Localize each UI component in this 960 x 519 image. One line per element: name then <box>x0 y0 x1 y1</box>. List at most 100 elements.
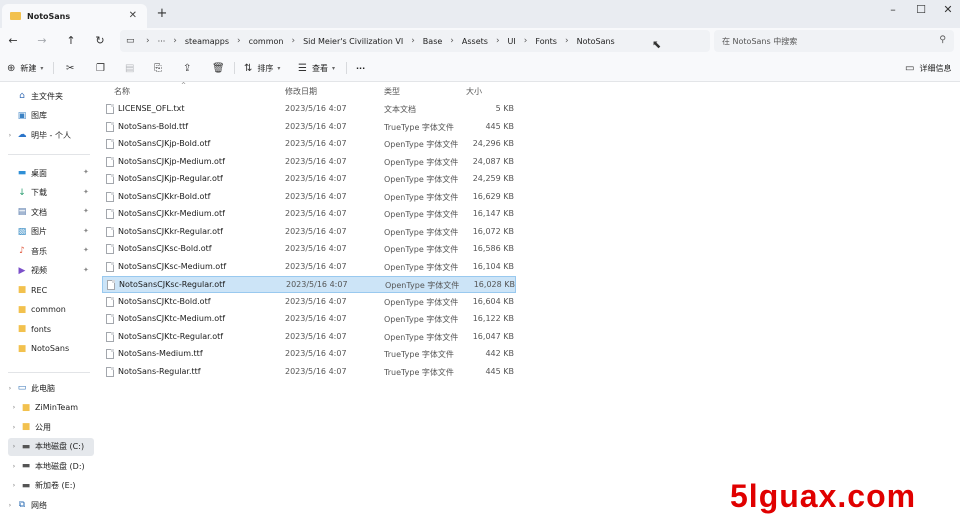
sidebar-item[interactable]: › ⧉ 网络 <box>4 496 94 514</box>
column-header-size[interactable]: 大小 <box>466 86 482 100</box>
breadcrumb-item[interactable]: UI <box>508 37 516 46</box>
refresh-button[interactable]: ↻ <box>91 32 109 50</box>
close-icon[interactable]: ✕ <box>129 10 137 21</box>
chevron-right-icon[interactable]: › <box>524 36 528 46</box>
details-button[interactable]: ▭ 详细信息 <box>905 60 951 76</box>
sidebar-item[interactable]: ▧ 图片 <box>4 223 94 241</box>
file-icon <box>106 296 114 307</box>
sidebar-item[interactable]: ■ fonts <box>4 320 94 338</box>
chevron-right-icon[interactable]: › <box>496 36 500 46</box>
file-row[interactable]: NotoSansCJKtc-Medium.otf 2023/5/16 4:07 Op… <box>102 311 516 328</box>
sidebar-item[interactable]: › ▬ 本地磁盘 (D:) <box>8 457 94 475</box>
sidebar-item[interactable]: ▤ 文档 <box>4 203 94 221</box>
search-box[interactable]: 在 NotoSans 中搜索 ⚲ <box>714 30 954 52</box>
new-button[interactable]: ⊕ 新建 ▾ <box>7 60 43 76</box>
rename-button[interactable]: ⎘ <box>154 60 167 76</box>
file-row[interactable]: NotoSansCJKjp-Medium.otf 2023/5/16 4:07 Op… <box>102 154 516 171</box>
sidebar-item[interactable]: ▣ 图库 <box>4 107 94 125</box>
sidebar-item[interactable]: ♪ 音乐 <box>4 242 94 260</box>
up-button[interactable]: ↑ <box>62 32 80 50</box>
chevron-right-icon[interactable]: › <box>237 36 241 46</box>
breadcrumb-item[interactable]: NotoSans <box>577 37 615 46</box>
file-row[interactable]: NotoSansCJKjp-Bold.otf 2023/5/16 4:07 Open… <box>102 136 516 153</box>
cut-button[interactable]: ✂ <box>66 60 79 76</box>
sidebar-item[interactable]: › ■ 公用 <box>8 418 94 436</box>
sidebar-item[interactable]: › ☁ 明毕 - 个人 <box>4 126 94 144</box>
back-button[interactable]: ← <box>4 32 22 50</box>
minimize-button[interactable]: – <box>883 3 903 16</box>
share-button[interactable]: ⇪ <box>183 60 196 76</box>
file-row[interactable]: NotoSans-Bold.ttf 2023/5/16 4:07 TrueType … <box>102 119 516 136</box>
breadcrumb-item[interactable]: Sid Meier's Civilization VI <box>303 37 403 46</box>
file-type: 文本文档 <box>384 105 416 114</box>
view-button[interactable]: ☰ 查看 ▾ <box>298 60 335 76</box>
column-header-date[interactable]: 修改日期 <box>285 86 317 100</box>
chevron-right-icon[interactable]: › <box>4 132 16 139</box>
chevron-right-icon[interactable]: › <box>4 502 16 509</box>
sidebar-item[interactable]: › ▭ 此电脑 <box>4 379 94 397</box>
file-size: 16,028 KB <box>473 280 515 289</box>
sidebar-item[interactable]: ▶ 视频 <box>4 262 94 280</box>
chevron-right-icon[interactable]: › <box>8 424 20 431</box>
chevron-right-icon[interactable]: › <box>173 36 177 46</box>
new-tab-button[interactable]: + <box>155 6 169 21</box>
sidebar-item[interactable]: › ■ ZiMinTeam <box>8 399 94 417</box>
sidebar-item[interactable]: ↓ 下载 <box>4 184 94 202</box>
scissors-icon: ✂ <box>66 62 75 74</box>
sidebar-item-label: 新加卷 (E:) <box>35 481 76 490</box>
sidebar-item[interactable]: ⌂ 主文件夹 <box>4 87 94 105</box>
file-row[interactable]: NotoSans-Medium.ttf 2023/5/16 4:07 TrueTyp… <box>102 346 516 363</box>
breadcrumb-item[interactable]: Assets <box>462 37 488 46</box>
share-icon: ⇪ <box>183 62 192 74</box>
maximize-button[interactable]: ☐ <box>911 3 931 16</box>
file-row[interactable]: NotoSansCJKkr-Bold.otf 2023/5/16 4:07 Open… <box>102 189 516 206</box>
file-row[interactable]: NotoSansCJKtc-Bold.otf 2023/5/16 4:07 Open… <box>102 294 516 311</box>
chevron-right-icon[interactable]: › <box>565 36 569 46</box>
chevron-right-icon[interactable]: › <box>8 404 20 411</box>
column-header-name[interactable]: 名称 <box>114 86 130 100</box>
network-icon: ⧉ <box>18 500 26 510</box>
paste-button[interactable]: ▤ <box>125 60 139 76</box>
chevron-right-icon[interactable]: › <box>8 482 20 489</box>
more-button[interactable]: ··· <box>356 60 365 76</box>
file-row[interactable]: NotoSansCJKsc-Medium.otf 2023/5/16 4:07 Op… <box>102 259 516 276</box>
file-row[interactable]: NotoSansCJKkr-Regular.otf 2023/5/16 4:07 O… <box>102 224 516 241</box>
breadcrumb-item[interactable]: common <box>249 37 284 46</box>
music-icon: ♪ <box>19 246 25 256</box>
file-row[interactable]: NotoSansCJKtc-Regular.otf 2023/5/16 4:07 O… <box>102 329 516 346</box>
sidebar-item[interactable]: ■ REC <box>4 281 94 299</box>
column-header-type[interactable]: 类型 <box>384 86 400 100</box>
breadcrumb-item[interactable]: Fonts <box>535 37 557 46</box>
chevron-right-icon[interactable]: › <box>4 385 16 392</box>
search-input[interactable]: 在 NotoSans 中搜索 <box>722 36 797 47</box>
chevron-right-icon[interactable]: › <box>450 36 454 46</box>
sidebar-item[interactable]: ▬ 桌面 <box>4 164 94 182</box>
sidebar-item-label: 明毕 - 个人 <box>31 130 71 140</box>
address-bar[interactable]: ▭ › ··· › steamapps › common › Sid Meier's Ci… <box>120 30 710 52</box>
chevron-right-icon[interactable]: › <box>411 36 415 46</box>
file-row[interactable]: NotoSansCJKkr-Medium.otf 2023/5/16 4:07 Op… <box>102 206 516 223</box>
breadcrumb-item[interactable]: Base <box>423 37 442 46</box>
chevron-right-icon[interactable]: › <box>291 36 295 46</box>
delete-button[interactable]: 🗑 <box>212 60 230 76</box>
chevron-right-icon[interactable]: › <box>8 463 20 470</box>
file-row[interactable]: LICENSE_OFL.txt 2023/5/16 4:07 文本文档 5 KB <box>102 101 516 118</box>
tab-notosans[interactable]: NotoSans ✕ <box>2 4 147 28</box>
breadcrumb-item[interactable]: steamapps <box>185 37 229 46</box>
copy-button[interactable]: ❐ <box>96 60 110 76</box>
sidebar-item[interactable]: › ▬ 本地磁盘 (C:) <box>8 437 94 456</box>
file-row[interactable]: NotoSansCJKjp-Regular.otf 2023/5/16 4:07 O… <box>102 171 516 188</box>
file-row[interactable]: NotoSansCJKsc-Regular.otf 2023/5/16 4:07 O… <box>102 276 516 293</box>
sidebar-item[interactable]: › ▬ 新加卷 (E:) <box>8 477 94 495</box>
close-window-button[interactable]: ✕ <box>938 3 958 16</box>
file-row[interactable]: NotoSansCJKsc-Bold.otf 2023/5/16 4:07 Open… <box>102 241 516 258</box>
sidebar-item[interactable]: ■ NotoSans <box>4 340 94 358</box>
file-row[interactable]: NotoSans-Regular.ttf 2023/5/16 4:07 TrueTy… <box>102 364 516 381</box>
sidebar-item[interactable]: ■ common <box>4 301 94 319</box>
sort-button[interactable]: ⇅ 排序 ▾ <box>244 60 280 76</box>
forward-button[interactable]: → <box>33 32 51 50</box>
divider <box>8 372 90 373</box>
chevron-right-icon[interactable]: › <box>8 443 20 450</box>
breadcrumb-more[interactable]: ··· <box>158 37 166 46</box>
folder-icon: ■ <box>21 422 31 432</box>
